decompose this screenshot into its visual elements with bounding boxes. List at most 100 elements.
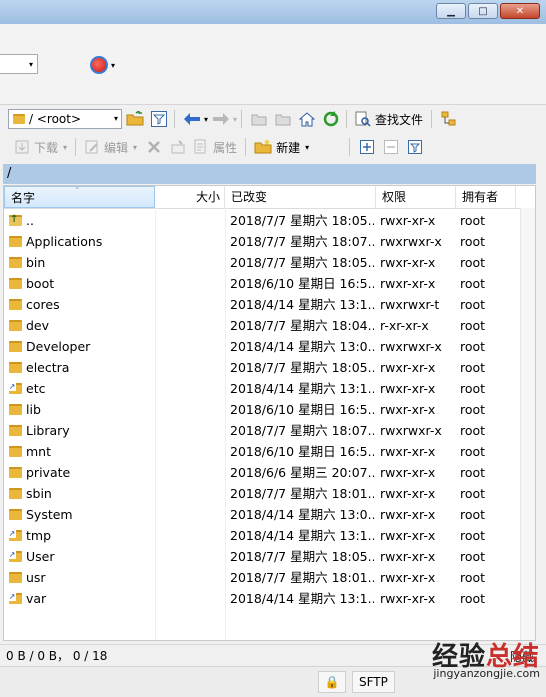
forward-button[interactable]: [210, 108, 232, 130]
file-row[interactable]: usr 2018/7/7 星期六 18:01... rwxr-xr-x root: [4, 567, 535, 588]
file-row[interactable]: lib 2018/6/10 星期日 16:5... rwxr-xr-x root: [4, 399, 535, 420]
refresh-icon: [323, 111, 339, 127]
file-row[interactable]: bin 2018/7/7 星期六 18:05... rwxr-xr-x root: [4, 252, 535, 273]
file-row[interactable]: Developer 2018/4/14 星期六 13:0... rwxrwxr-x r…: [4, 336, 535, 357]
vertical-scrollbar[interactable]: [520, 208, 535, 640]
file-permissions: rwxr-xr-x: [380, 276, 436, 291]
parent-directory-button[interactable]: [248, 108, 270, 130]
forward-history-dropdown[interactable]: ▾: [233, 115, 237, 124]
file-row[interactable]: electra 2018/7/7 星期六 18:05... rwxr-xr-x roo…: [4, 357, 535, 378]
root-directory-button[interactable]: [272, 108, 294, 130]
file-name: Applications: [26, 234, 103, 249]
chevron-down-icon: ▾: [111, 60, 116, 70]
edit-button[interactable]: 编辑 ▾: [80, 136, 141, 158]
properties-button[interactable]: 属性: [189, 136, 241, 158]
open-folder-button[interactable]: [124, 108, 146, 130]
file-permissions: rwxr-xr-x: [380, 591, 436, 606]
file-owner: root: [460, 276, 486, 291]
file-row[interactable]: var 2018/4/14 星期六 13:1... rwxr-xr-x root: [4, 588, 535, 609]
file-modified: 2018/6/10 星期日 16:5...: [230, 276, 374, 291]
synchronize-button[interactable]: ▾: [90, 54, 126, 76]
back-button[interactable]: [181, 108, 203, 130]
file-owner: root: [460, 486, 486, 501]
file-modified: 2018/7/7 星期六 18:05...: [230, 549, 374, 564]
file-row[interactable]: sbin 2018/7/7 星期六 18:01... rwxr-xr-x root: [4, 483, 535, 504]
hide-button[interactable]: 隐藏: [510, 648, 534, 665]
column-header-modified[interactable]: 已改变: [225, 186, 376, 208]
file-owner: root: [460, 297, 486, 312]
file-row[interactable]: mnt 2018/6/10 星期日 16:5... rwxr-xr-x root: [4, 441, 535, 462]
session-combo[interactable]: ▾: [0, 54, 38, 74]
file-row[interactable]: System 2018/4/14 星期六 13:0... rwxr-xr-x root: [4, 504, 535, 525]
current-path-bar: /: [3, 164, 536, 184]
file-name: Developer: [26, 339, 91, 354]
file-owner: root: [460, 507, 486, 522]
protocol-indicator: SFTP: [352, 671, 395, 693]
file-modified: 2018/7/7 星期六 18:05...: [230, 360, 374, 375]
file-modified: 2018/6/10 星期日 16:5...: [230, 402, 374, 417]
tree-view-button[interactable]: [438, 108, 460, 130]
file-row[interactable]: Applications 2018/7/7 星期六 18:07... rwxrwxr…: [4, 231, 535, 252]
file-name: dev: [26, 318, 50, 333]
delete-icon: [148, 141, 160, 153]
file-row[interactable]: private 2018/6/6 星期三 20:07... rwxr-xr-x roo…: [4, 462, 535, 483]
remote-file-list[interactable]: 名字 ˄ 大小 已改变 权限 拥有者 .. 2018/7/7 星期六 18:05.…: [3, 185, 536, 641]
file-permissions: r-xr-xr-x: [380, 318, 429, 333]
file-modified: 2018/4/14 星期六 13:1...: [230, 528, 374, 543]
file-row[interactable]: User 2018/7/7 星期六 18:05... rwxr-xr-x root: [4, 546, 535, 567]
folder-icon: [9, 425, 22, 436]
file-row[interactable]: dev 2018/7/7 星期六 18:04... r-xr-xr-x root: [4, 315, 535, 336]
file-row[interactable]: Library 2018/7/7 星期六 18:07... rwxrwxr-x roo…: [4, 420, 535, 441]
toolbar-separator: [245, 138, 247, 156]
folder-icon: [9, 362, 22, 373]
file-permissions: rwxr-xr-x: [380, 507, 436, 522]
file-modified: 2018/7/7 星期六 18:01...: [230, 486, 374, 501]
file-modified: 2018/4/14 星期六 13:1...: [230, 297, 374, 312]
file-permissions: rwxr-xr-x: [380, 549, 436, 564]
file-row[interactable]: cores 2018/4/14 星期六 13:1... rwxrwxr-t root: [4, 294, 535, 315]
path-combo[interactable]: / <root> ▾: [8, 109, 122, 129]
folder-icon: [9, 341, 22, 352]
column-header-permissions[interactable]: 权限: [376, 186, 456, 208]
toolbar-separator: [75, 138, 77, 156]
file-filter-button[interactable]: [404, 136, 426, 158]
filter-button[interactable]: [148, 108, 170, 130]
folder-link-icon: [8, 383, 22, 394]
expand-all-button[interactable]: [356, 136, 378, 158]
refresh-button[interactable]: [320, 108, 342, 130]
column-header-size[interactable]: 大小: [155, 186, 225, 208]
toolbar-separator: [349, 138, 351, 156]
rename-button[interactable]: [167, 136, 189, 158]
file-row[interactable]: tmp 2018/4/14 星期六 13:1... rwxr-xr-x root: [4, 525, 535, 546]
column-header-name[interactable]: 名字 ˄: [4, 186, 155, 208]
download-button[interactable]: 下载 ▾: [10, 136, 71, 158]
file-owner: root: [460, 570, 486, 585]
file-permissions: rwxrwxr-x: [380, 423, 442, 438]
file-row[interactable]: .. 2018/7/7 星期六 18:05... rwxr-xr-x root: [4, 210, 535, 231]
new-button[interactable]: 新建 ▾: [250, 136, 313, 158]
column-header-owner[interactable]: 拥有者: [456, 186, 516, 208]
root-folder-icon: [275, 114, 291, 126]
folder-icon: [9, 467, 22, 478]
file-owner: root: [460, 402, 486, 417]
selection-summary: 0 B / 0 B， 0 / 18: [6, 649, 108, 663]
home-button[interactable]: [296, 108, 318, 130]
maximize-button[interactable]: □: [468, 3, 498, 19]
close-button[interactable]: ✕: [500, 3, 540, 19]
path-combo-value: / <root>: [29, 112, 82, 126]
collapse-all-button[interactable]: [380, 136, 402, 158]
edit-icon: [85, 140, 98, 154]
parent-dir-icon: [9, 214, 22, 226]
back-history-dropdown[interactable]: ▾: [204, 115, 208, 124]
minimize-button[interactable]: ▁: [436, 3, 466, 19]
lock-icon[interactable]: 🔒: [318, 671, 346, 693]
folder-icon: [9, 299, 22, 310]
file-row[interactable]: etc 2018/4/14 星期六 13:1... rwxr-xr-x root: [4, 378, 535, 399]
find-files-button[interactable]: 查找文件: [351, 108, 427, 130]
delete-button[interactable]: [143, 136, 165, 158]
file-row[interactable]: boot 2018/6/10 星期日 16:5... rwxr-xr-x root: [4, 273, 535, 294]
file-owner: root: [460, 255, 486, 270]
file-modified: 2018/7/7 星期六 18:07...: [230, 423, 374, 438]
file-name: mnt: [26, 444, 51, 459]
file-name: usr: [26, 570, 46, 585]
